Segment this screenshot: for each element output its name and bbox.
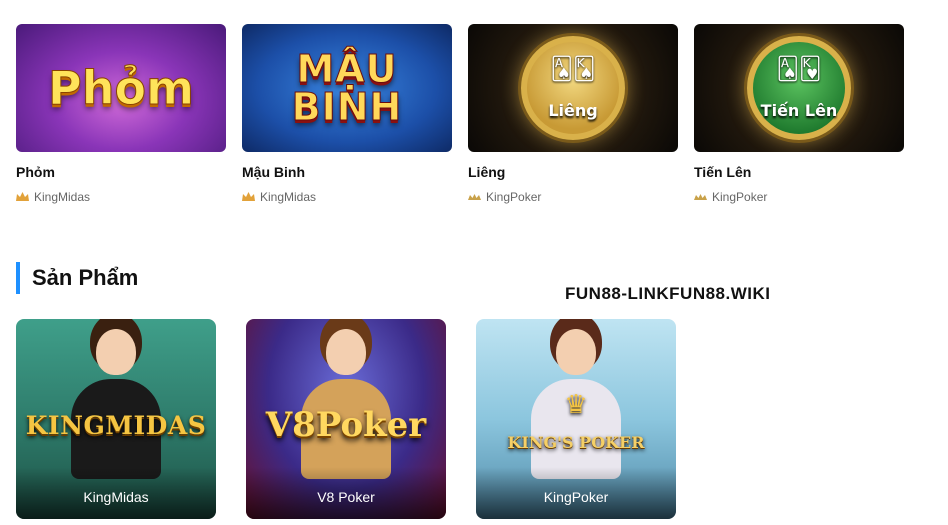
game-thumbnail[interactable]: MẬU BINH <box>242 24 452 152</box>
game-card-mau-binh[interactable]: MẬU BINH Mậu Binh KingMidas <box>242 24 452 204</box>
game-provider: KingMidas <box>16 190 226 204</box>
product-card-kingmidas[interactable]: KINGMIDAS KingMidas <box>16 319 216 519</box>
product-card-kingpoker[interactable]: ♛ KING'S POKER KingPoker <box>476 319 676 519</box>
game-card-lieng[interactable]: 🂡🂮 Liêng Liêng KingPoker <box>468 24 678 204</box>
game-logo: Tiến Lên <box>760 101 838 120</box>
game-logo: Phỏm <box>48 61 195 115</box>
product-logo: KINGMIDAS <box>25 411 207 440</box>
crown-icon <box>16 192 29 201</box>
provider-name: KingMidas <box>34 190 91 204</box>
game-name[interactable]: Tiến Lên <box>694 164 904 180</box>
game-card-phom[interactable]: Phỏm Phỏm KingMidas <box>16 24 226 204</box>
product-logo: V8Poker <box>265 405 427 445</box>
game-provider: KingMidas <box>242 190 452 204</box>
crown-icon: ♛ <box>564 389 588 419</box>
game-logo: Liêng <box>548 101 598 120</box>
game-grid: Phỏm Phỏm KingMidas MẬU BINH Mậu Binh Ki… <box>16 24 904 204</box>
game-name[interactable]: Mậu Binh <box>242 164 452 180</box>
product-card-v8-poker[interactable]: V8Poker V8 Poker <box>246 319 446 519</box>
game-medal: 🂡🂮 Liêng <box>521 36 625 140</box>
product-label[interactable]: KingPoker <box>476 467 676 519</box>
product-label[interactable]: V8 Poker <box>246 467 446 519</box>
game-name[interactable]: Phỏm <box>16 164 226 180</box>
product-logo: KING'S POKER <box>507 433 645 452</box>
character-illustration <box>68 329 164 479</box>
game-provider: KingPoker <box>694 190 904 204</box>
playing-cards-icon: 🂡🂮 <box>550 56 596 81</box>
provider-name: KingPoker <box>486 190 542 204</box>
game-thumbnail[interactable]: 🂡🂾 Tiến Lên <box>694 24 904 152</box>
game-provider: KingPoker <box>468 190 678 204</box>
provider-name: KingMidas <box>260 190 317 204</box>
game-logo: MẬU BINH <box>291 47 403 129</box>
game-name[interactable]: Liêng <box>468 164 678 180</box>
game-medal: 🂡🂾 Tiến Lên <box>747 36 851 140</box>
game-thumbnail[interactable]: 🂡🂮 Liêng <box>468 24 678 152</box>
provider-name: KingPoker <box>712 190 768 204</box>
product-grid: KINGMIDAS KingMidas V8Poker V8 Poker ♛ K… <box>16 319 676 519</box>
game-thumbnail[interactable]: Phỏm <box>16 24 226 152</box>
watermark-text: FUN88-LINKFUN88.WIKI <box>565 284 771 303</box>
playing-cards-icon: 🂡🂾 <box>776 56 822 81</box>
product-label[interactable]: KingMidas <box>16 467 216 519</box>
character-illustration <box>298 329 394 479</box>
game-card-tien-len[interactable]: 🂡🂾 Tiến Lên Tiến Lên KingPoker <box>694 24 904 204</box>
crown-icon <box>242 192 255 201</box>
section-title: Sản Phẩm <box>16 262 138 294</box>
kingpoker-logo-icon <box>468 194 481 200</box>
kingpoker-logo-icon <box>694 194 707 200</box>
